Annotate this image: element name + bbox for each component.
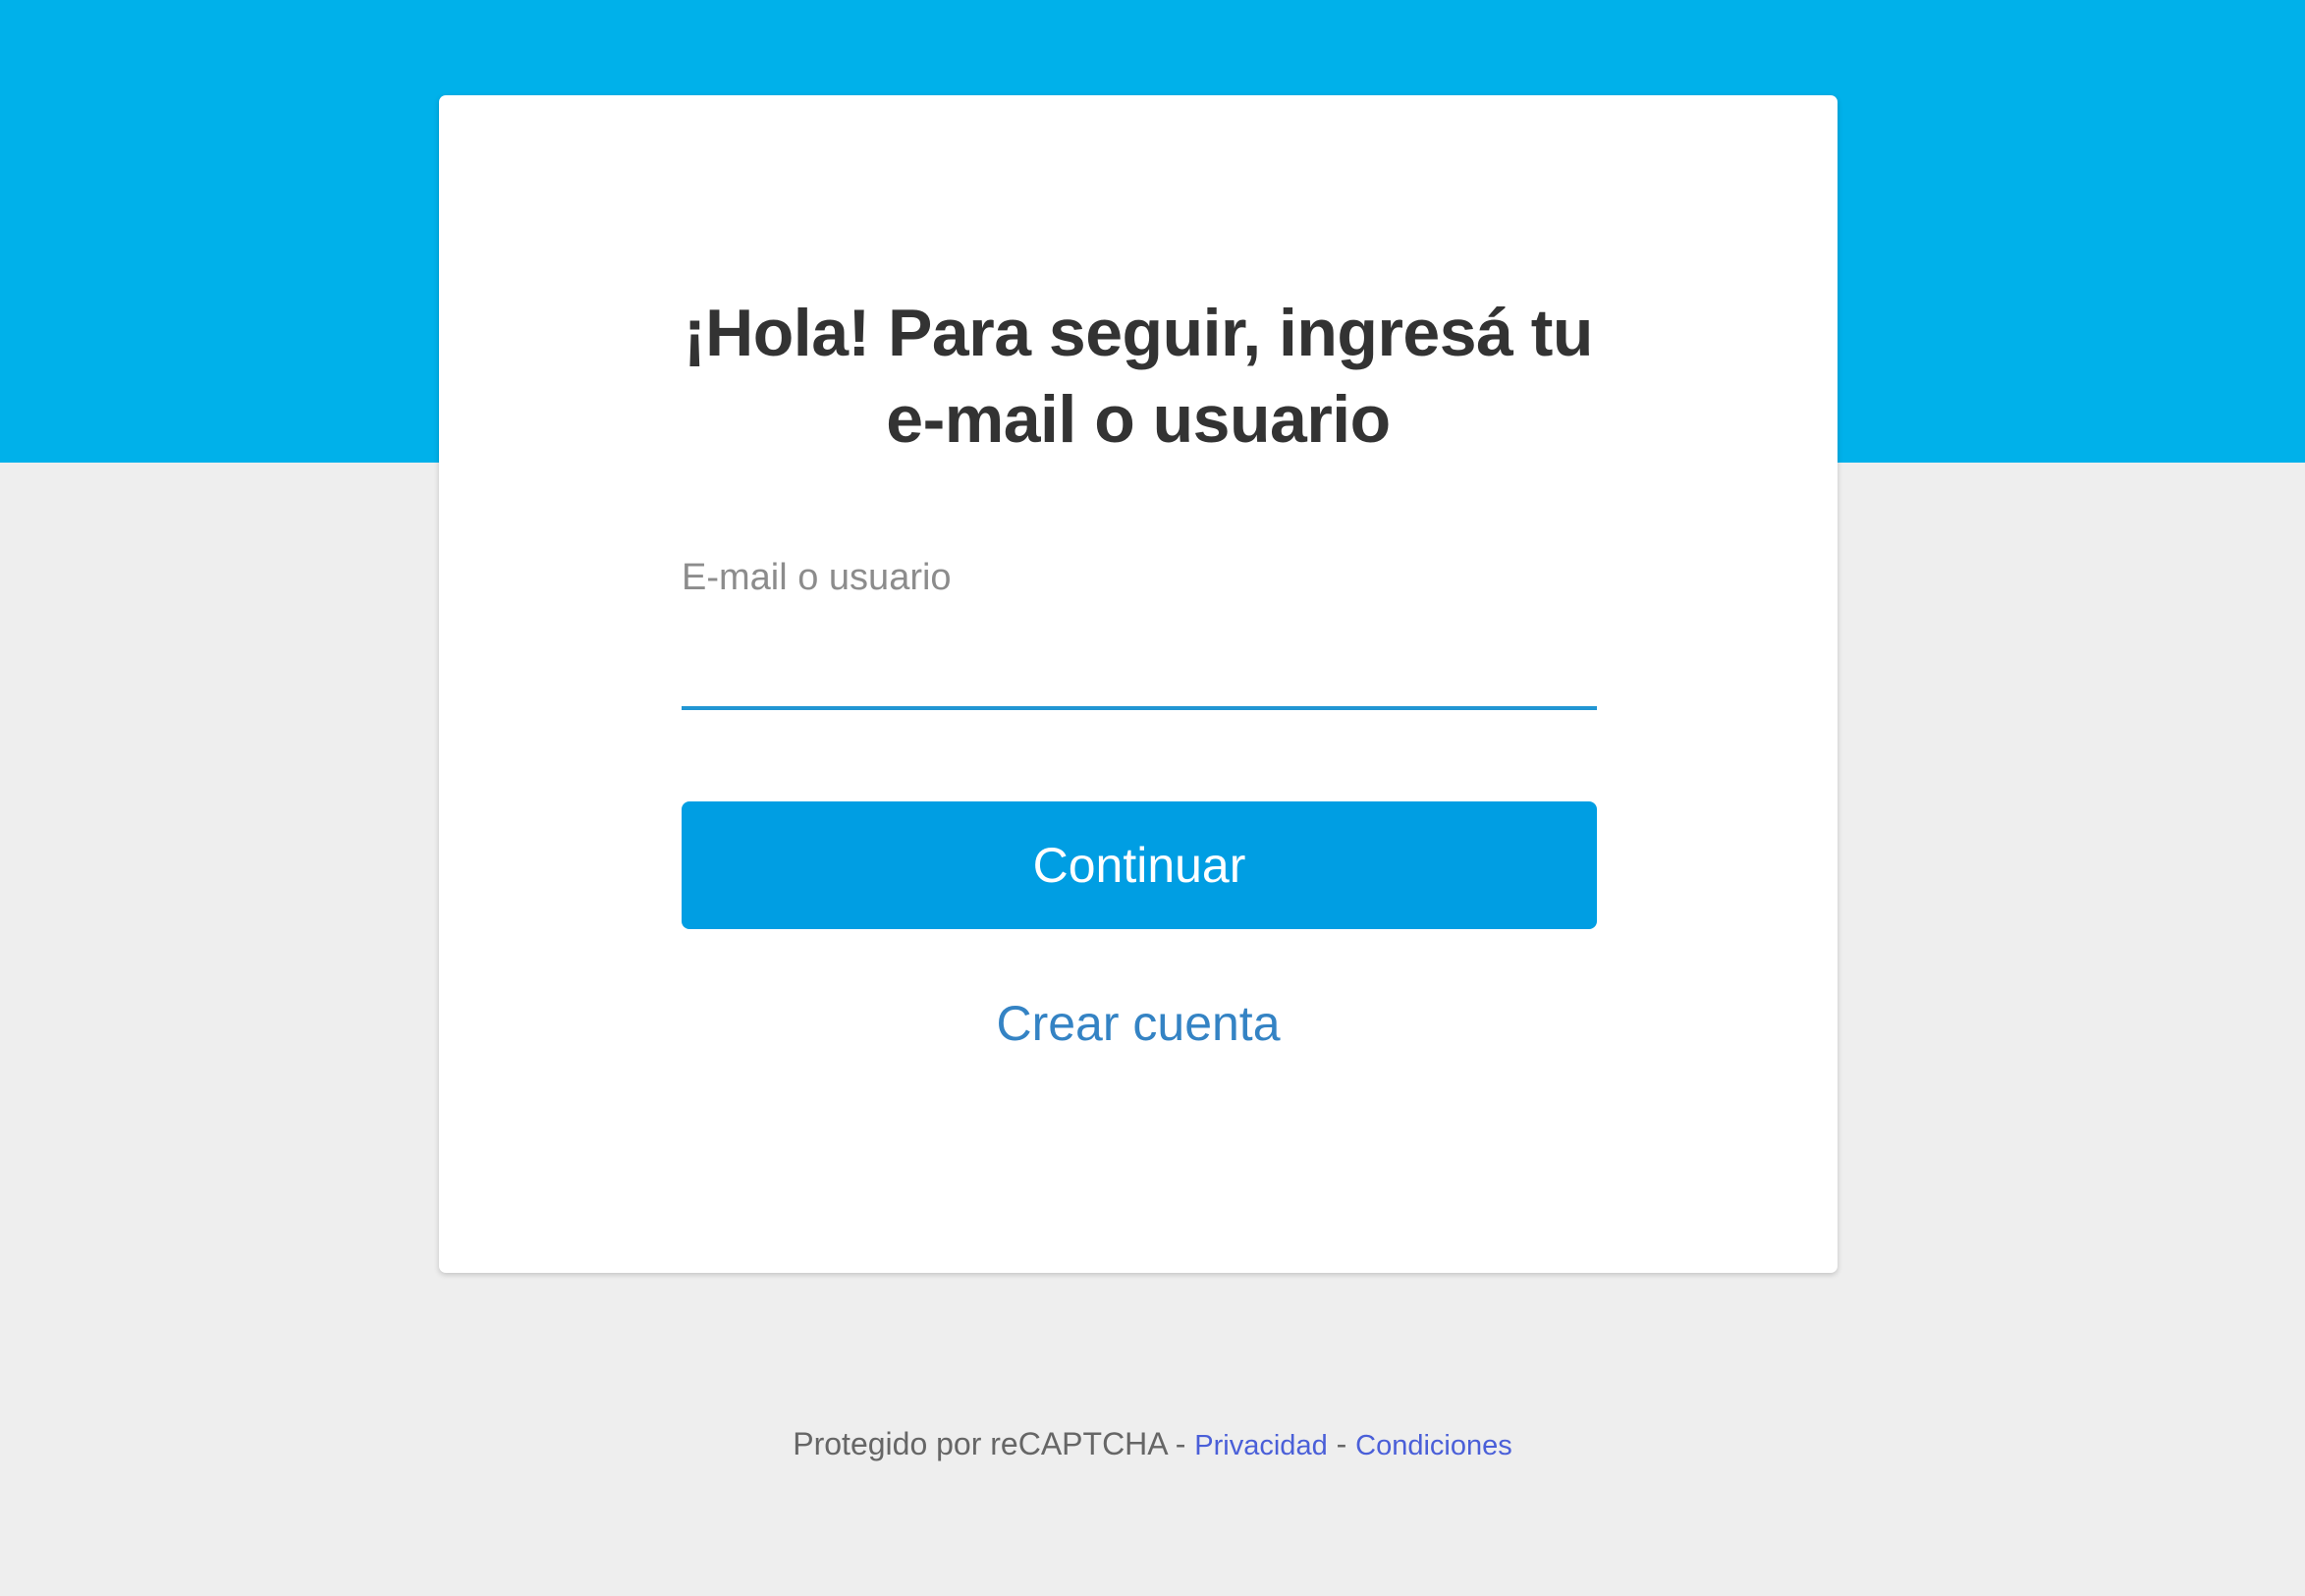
create-account-link[interactable]: Crear cuenta (439, 995, 1838, 1052)
footer-separator: - (1336, 1426, 1347, 1461)
recaptcha-notice: Protegido por reCAPTCHA (793, 1426, 1167, 1461)
footer-separator: - (1175, 1426, 1186, 1461)
recaptcha-footer: Protegido por reCAPTCHA - Privacidad - C… (0, 1426, 2305, 1462)
login-card: ¡Hola! Para seguir, ingresá tu e-mail o u… (439, 95, 1838, 1273)
continue-button[interactable]: Continuar (682, 801, 1597, 929)
page-title: ¡Hola! Para seguir, ingresá tu e-mail o u… (439, 290, 1838, 463)
page-title-line1: ¡Hola! Para seguir, ingresá tu (684, 296, 1593, 370)
privacy-link[interactable]: Privacidad (1194, 1430, 1327, 1461)
email-input[interactable] (682, 651, 1597, 710)
terms-link[interactable]: Condiciones (1355, 1430, 1512, 1461)
email-field-group: E-mail o usuario (682, 557, 1597, 714)
email-field-label: E-mail o usuario (682, 557, 952, 598)
page-title-line2: e-mail o usuario (886, 382, 1391, 457)
